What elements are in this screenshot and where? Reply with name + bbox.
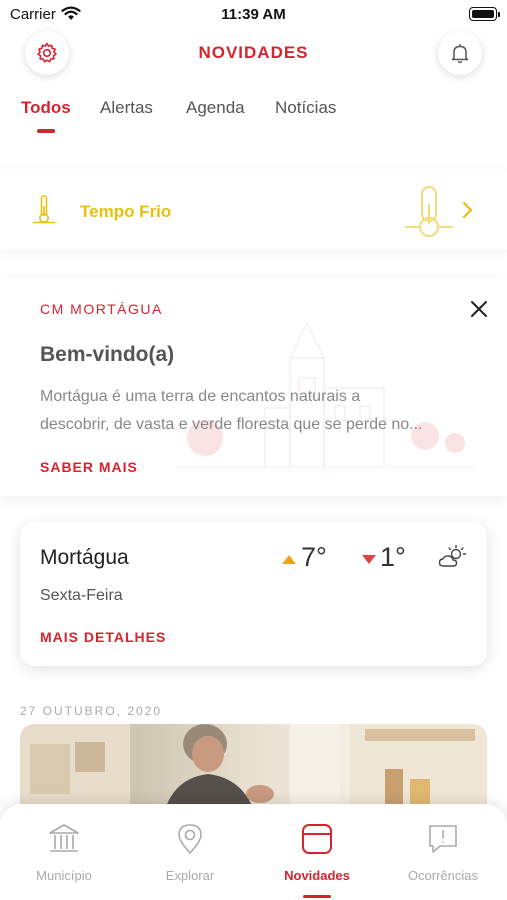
weather-day: Sexta-Feira (40, 587, 123, 604)
tab-municipio-label: Município (36, 868, 92, 883)
weather-city: Mortágua (40, 546, 129, 569)
notifications-button[interactable] (438, 31, 482, 75)
welcome-organization: CM MORTÁGUA (40, 301, 163, 317)
tab-explorar-label: Explorar (165, 868, 215, 883)
tab-noticias[interactable]: Notícias (275, 98, 336, 118)
feed-date: 27 OUTUBRO, 2020 (20, 704, 163, 718)
tab-alertas[interactable]: Alertas (100, 98, 153, 118)
welcome-description-line-1: Mortágua é uma terra de encantos naturai… (40, 388, 361, 405)
max-temperature: 7° (301, 542, 327, 572)
status-bar: Carrier 11:39 AM (0, 0, 507, 30)
weather-alert-card[interactable]: Tempo Frio (0, 170, 507, 250)
chevron-right-icon (462, 201, 473, 219)
partly-cloudy-icon (438, 545, 467, 567)
tab-novidades-label: Novidades (284, 868, 350, 883)
welcome-description-line-2: descobrir, de vasta e verde floresta que… (40, 416, 423, 433)
thermometer-icon (33, 195, 55, 224)
clock: 11:39 AM (221, 6, 286, 23)
mais-detalhes-link[interactable]: MAIS DETALHES (40, 629, 166, 645)
bottom-tab-bar: Município Explorar Novidades Ocorrências (0, 804, 507, 900)
battery-icon (469, 7, 500, 21)
welcome-description: Mortágua é uma terra de encantos naturai… (40, 383, 485, 439)
filter-tabs: Todos Alertas Agenda Notícias (0, 98, 507, 138)
close-icon[interactable] (466, 296, 492, 322)
tab-agenda[interactable]: Agenda (186, 98, 245, 118)
building-icon (49, 824, 79, 852)
active-tabbar-indicator (303, 895, 331, 898)
temp-up-icon (282, 555, 296, 564)
saber-mais-link[interactable]: SABER MAIS (40, 459, 138, 475)
temp-down-icon (362, 555, 376, 564)
tab-ocorrencias[interactable]: Ocorrências (380, 804, 506, 900)
welcome-title: Bem-vindo(a) (40, 343, 175, 366)
tab-novidades[interactable]: Novidades (254, 804, 380, 900)
min-temperature: 1° (380, 542, 406, 572)
thermometer-background-icon (405, 186, 453, 237)
alert-bubble-icon (429, 825, 457, 853)
weather-card[interactable]: Mortágua 7° 1° Sexta-Feira MAIS DETALHES (20, 522, 487, 666)
calendar-icon (302, 824, 332, 854)
bell-icon (451, 44, 469, 64)
alert-title: Tempo Frio (80, 202, 172, 221)
active-tab-indicator (37, 129, 55, 133)
tab-ocorrencias-label: Ocorrências (407, 868, 479, 883)
tab-explorar[interactable]: Explorar (127, 804, 253, 900)
page-title: NOVIDADES (198, 43, 309, 62)
tab-todos[interactable]: Todos (21, 98, 71, 118)
welcome-card: CM MORTÁGUA Bem-vindo(a) Mortágua é uma … (0, 278, 507, 496)
map-pin-icon (178, 824, 202, 854)
tab-municipio[interactable]: Município (1, 804, 127, 900)
